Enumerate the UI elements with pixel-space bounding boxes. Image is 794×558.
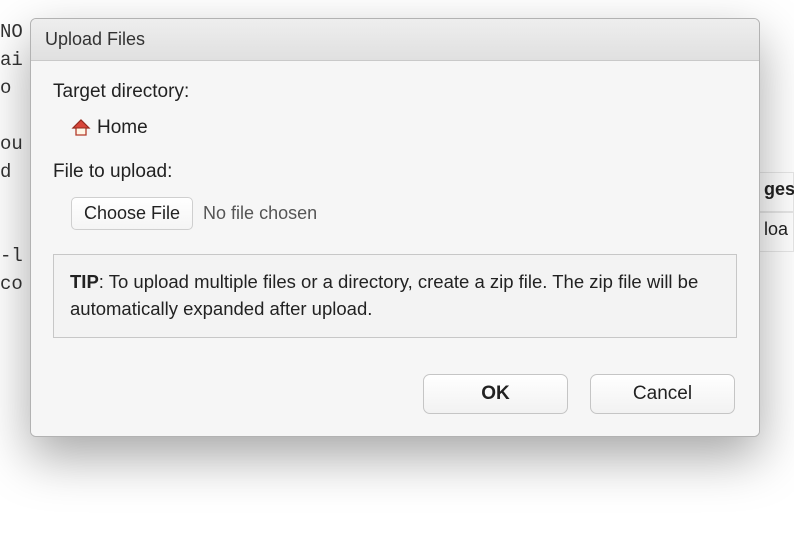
background-left-text: NO ai o ou d -l co bbox=[0, 18, 23, 298]
choose-file-button[interactable]: Choose File bbox=[71, 197, 193, 230]
target-directory-value[interactable]: Home bbox=[71, 117, 737, 139]
tip-box: TIP: To upload multiple files or a direc… bbox=[53, 254, 737, 338]
file-input-row: Choose File No file chosen bbox=[71, 197, 737, 230]
tip-label: TIP bbox=[70, 271, 99, 292]
table-header-cell: ges bbox=[760, 172, 794, 212]
dialog-title: Upload Files bbox=[31, 19, 759, 61]
dialog-content: Target directory: Home File to upload: C… bbox=[31, 61, 759, 360]
table-cell: loa bbox=[760, 212, 794, 252]
home-icon bbox=[71, 118, 91, 138]
upload-files-dialog: Upload Files Target directory: Home File… bbox=[30, 18, 760, 437]
tip-text: : To upload multiple files or a director… bbox=[70, 271, 698, 319]
target-directory-label: Target directory: bbox=[53, 81, 737, 103]
cancel-button[interactable]: Cancel bbox=[590, 374, 735, 414]
dialog-button-row: OK Cancel bbox=[31, 360, 759, 436]
ok-button[interactable]: OK bbox=[423, 374, 568, 414]
file-to-upload-label: File to upload: bbox=[53, 161, 737, 183]
background-right-table: ges loa bbox=[760, 172, 794, 252]
target-directory-name: Home bbox=[97, 117, 148, 139]
file-chosen-status: No file chosen bbox=[203, 203, 317, 224]
